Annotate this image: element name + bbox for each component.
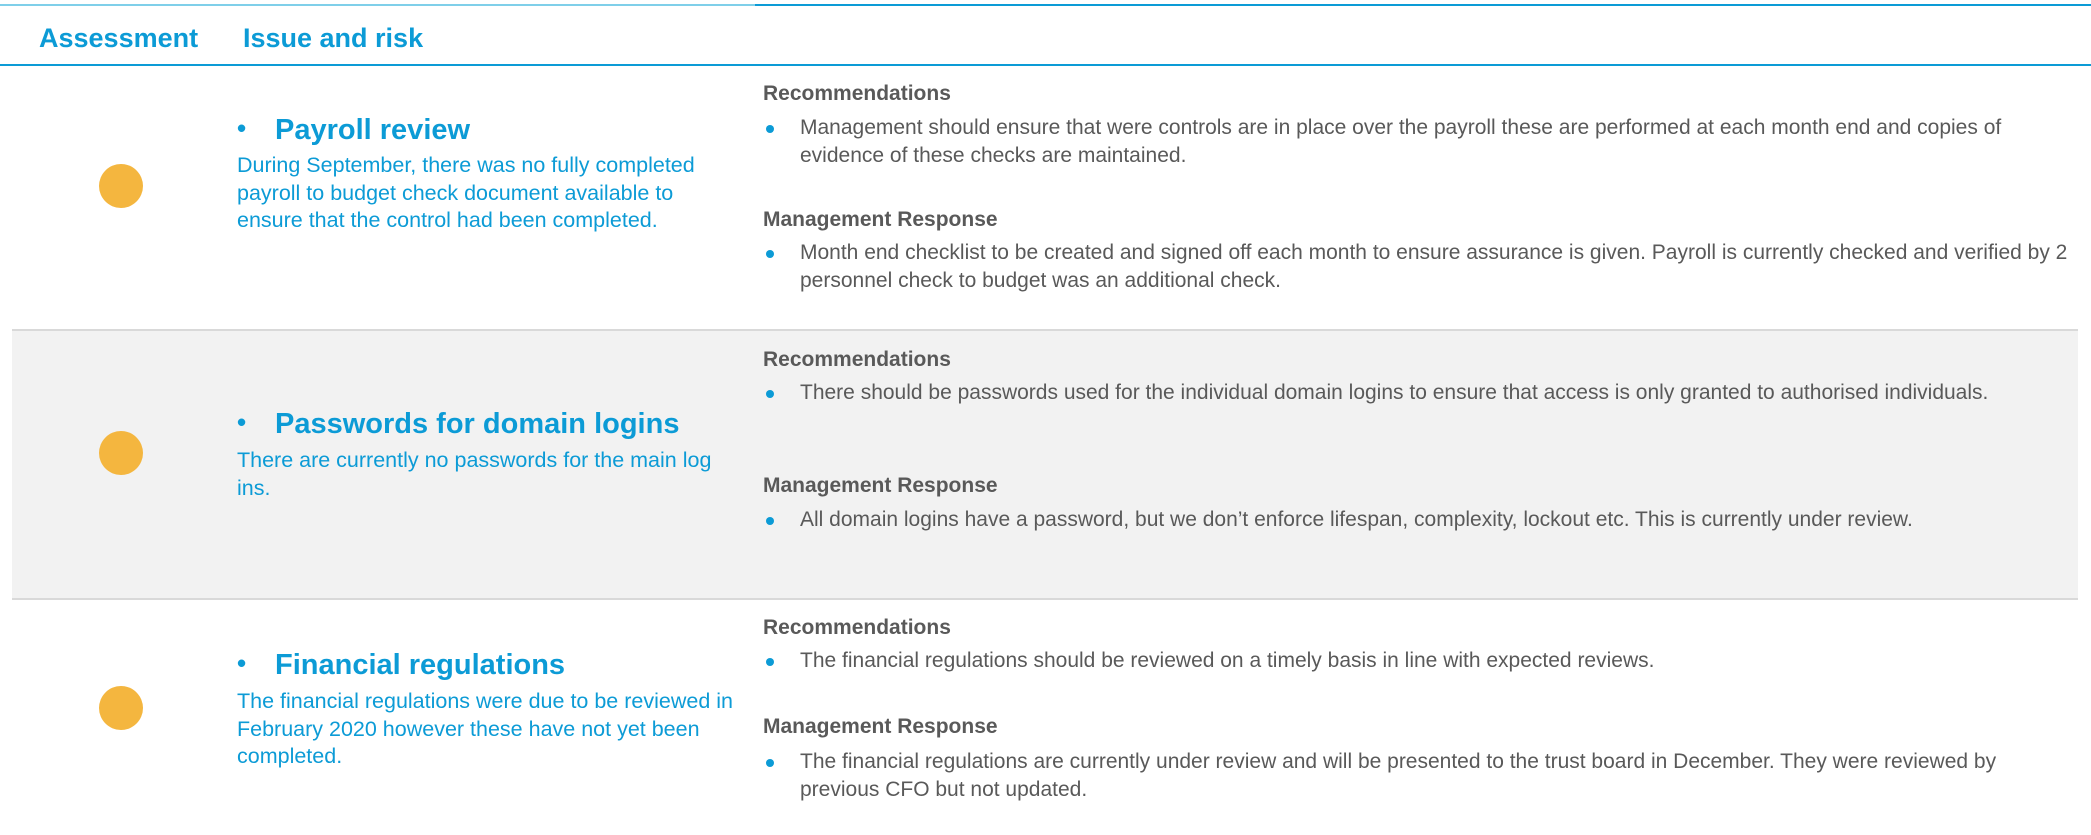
management-response-heading: Management Response [763, 715, 998, 738]
recommendations-heading: Recommendations [763, 616, 951, 639]
issue-description: During September, there was no fully com… [237, 153, 695, 232]
recommendations-heading: Recommendations [763, 82, 951, 105]
table-header: Assessment Issue and risk [0, 6, 2091, 66]
management-response-item: The financial regulations are currently … [763, 748, 2078, 803]
management-response-item: All domain logins have a password, but w… [763, 506, 2078, 534]
recommendations-heading: Recommendations [763, 348, 951, 371]
issue-description: The financial regulations were due to be… [237, 689, 733, 768]
management-response-item: Month end checklist to be created and si… [763, 239, 2078, 294]
assessment-column-header: Assessment [39, 23, 199, 53]
amber-rating-icon [99, 686, 143, 730]
issue-description: There are currently no passwords for the… [237, 448, 712, 500]
issue-title: • Payroll review [237, 113, 471, 146]
recommendation-item: Management should ensure that were contr… [763, 114, 2078, 169]
recommendation-item: There should be passwords used for the i… [763, 379, 2078, 407]
management-response-heading: Management Response [763, 208, 998, 231]
amber-rating-icon [99, 431, 143, 475]
issue-column-header: Issue and risk [243, 23, 424, 53]
audit-findings-page: Assessment Issue and risk • Payroll revie… [0, 0, 2091, 835]
management-response-heading: Management Response [763, 474, 998, 497]
recommendation-item: The financial regulations should be revi… [763, 647, 2078, 675]
issue-title: • Passwords for domain logins [237, 407, 680, 440]
issue-title: • Financial regulations [237, 648, 566, 681]
amber-rating-icon [99, 164, 143, 208]
